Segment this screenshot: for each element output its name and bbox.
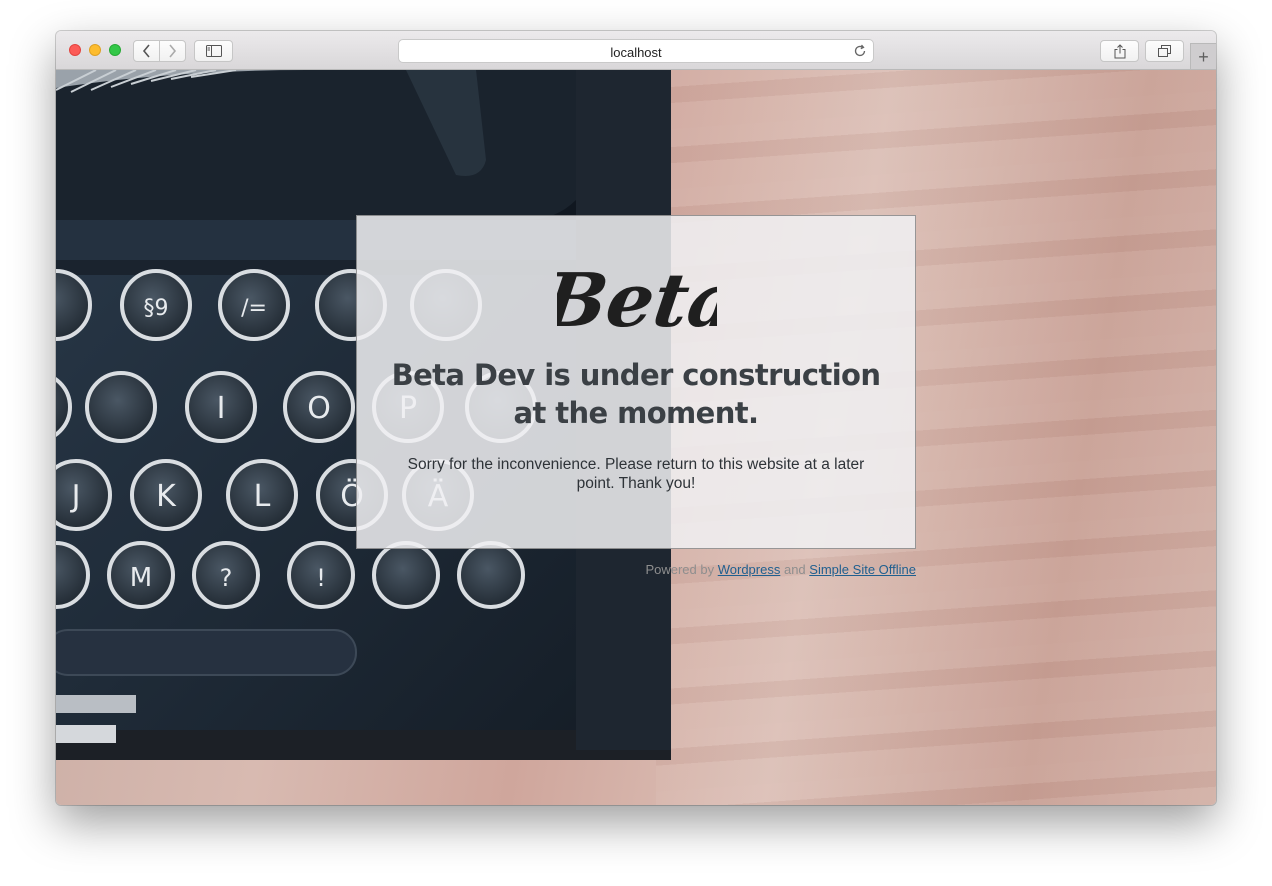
forward-button[interactable] xyxy=(160,41,185,61)
svg-text:M: M xyxy=(130,563,152,593)
forward-icon xyxy=(169,44,177,58)
svg-text:§9: §9 xyxy=(144,296,169,321)
powered-by-footer: Powered by Wordpress and Simple Site Off… xyxy=(645,562,916,577)
page-viewport: §9 /= IOP JKLÖÄ M?! Beta Beta Dev is und… xyxy=(56,70,1216,805)
minimize-window-button[interactable] xyxy=(89,44,101,56)
history-nav xyxy=(133,40,186,62)
sidebar-icon xyxy=(205,45,222,57)
maintenance-card: Beta Beta Dev is under construction at t… xyxy=(356,215,916,549)
back-button[interactable] xyxy=(134,41,159,61)
svg-text:J: J xyxy=(70,479,81,514)
back-icon xyxy=(142,44,150,58)
reload-icon[interactable] xyxy=(853,44,867,58)
close-window-button[interactable] xyxy=(69,44,81,56)
show-tabs-button[interactable] xyxy=(1145,40,1184,62)
footer-joiner: and xyxy=(783,562,806,577)
share-button[interactable] xyxy=(1100,40,1139,62)
wordpress-link[interactable]: Wordpress xyxy=(718,562,781,577)
url-text: localhost xyxy=(610,45,662,60)
powered-by-text: Powered by xyxy=(645,562,715,577)
address-bar[interactable]: localhost xyxy=(398,39,874,63)
svg-text:!: ! xyxy=(316,564,326,592)
sidebar-button[interactable] xyxy=(194,40,233,62)
svg-text:K: K xyxy=(156,479,177,514)
svg-text:Beta: Beta xyxy=(557,256,717,344)
svg-text:L: L xyxy=(254,479,271,514)
page-headline: Beta Dev is under construction at the mo… xyxy=(391,358,881,430)
browser-window: localhost + §9 /= I O J K L Ö M ? ! Beta… xyxy=(56,31,1216,805)
svg-text:O: O xyxy=(307,391,331,426)
new-tab-button[interactable]: + xyxy=(1190,43,1216,69)
svg-text:I: I xyxy=(217,391,226,426)
beta-logo: Beta xyxy=(557,256,717,344)
zoom-window-button[interactable] xyxy=(109,44,121,56)
share-icon xyxy=(1114,43,1125,58)
simple-site-offline-link[interactable]: Simple Site Offline xyxy=(809,562,916,577)
svg-text:/=: /= xyxy=(241,296,267,321)
apology-message: Sorry for the inconvenience. Please retu… xyxy=(407,456,865,492)
browser-toolbar: localhost + xyxy=(56,31,1216,70)
svg-text:?: ? xyxy=(220,564,233,592)
tabs-icon xyxy=(1157,45,1171,57)
